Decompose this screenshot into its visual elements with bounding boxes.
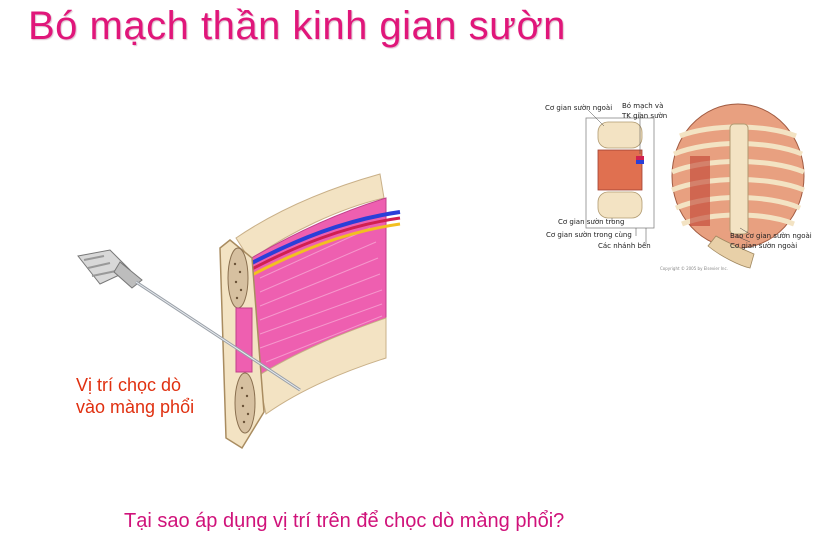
needle-hub	[77, 249, 143, 289]
caption-line-1: Vị trí chọc dò	[76, 375, 182, 395]
figure-copyright: Copyright © 2005 by Elsevier Inc.	[660, 266, 728, 271]
label-bao-co-gian-suon-ngoai: Bao cơ gian sườn ngoài	[730, 232, 812, 240]
puncture-site-caption: Vị trí chọc dò vào màng phổi	[76, 374, 194, 418]
slide-title: Bó mạch thần kinh gian sườn	[28, 4, 566, 48]
label-co-gian-suon-ngoai-right: Cơ gian sườn ngoài	[730, 242, 798, 250]
caption-line-2: vào màng phổi	[76, 397, 195, 417]
label-co-gian-suon-trong-cung: Cơ gian sườn trong cùng	[546, 231, 632, 239]
label-co-gian-suon-trong: Cơ gian sườn trong	[558, 218, 625, 226]
label-cac-nhanh-ben: Các nhánh bên	[598, 242, 651, 250]
label-tk-gian-suon: TK gian sườn	[622, 112, 668, 120]
label-bo-mach-va: Bó mạch và	[622, 102, 664, 110]
thorax-anatomy-figure: Cơ gian sườn ngoài Bó mạch và TK gian sư…	[540, 96, 820, 276]
label-co-gian-suon-ngoai-top: Cơ gian sườn ngoài	[545, 104, 613, 112]
discussion-question: Tại sao áp dụng vị trí trên để chọc dò m…	[124, 510, 565, 532]
